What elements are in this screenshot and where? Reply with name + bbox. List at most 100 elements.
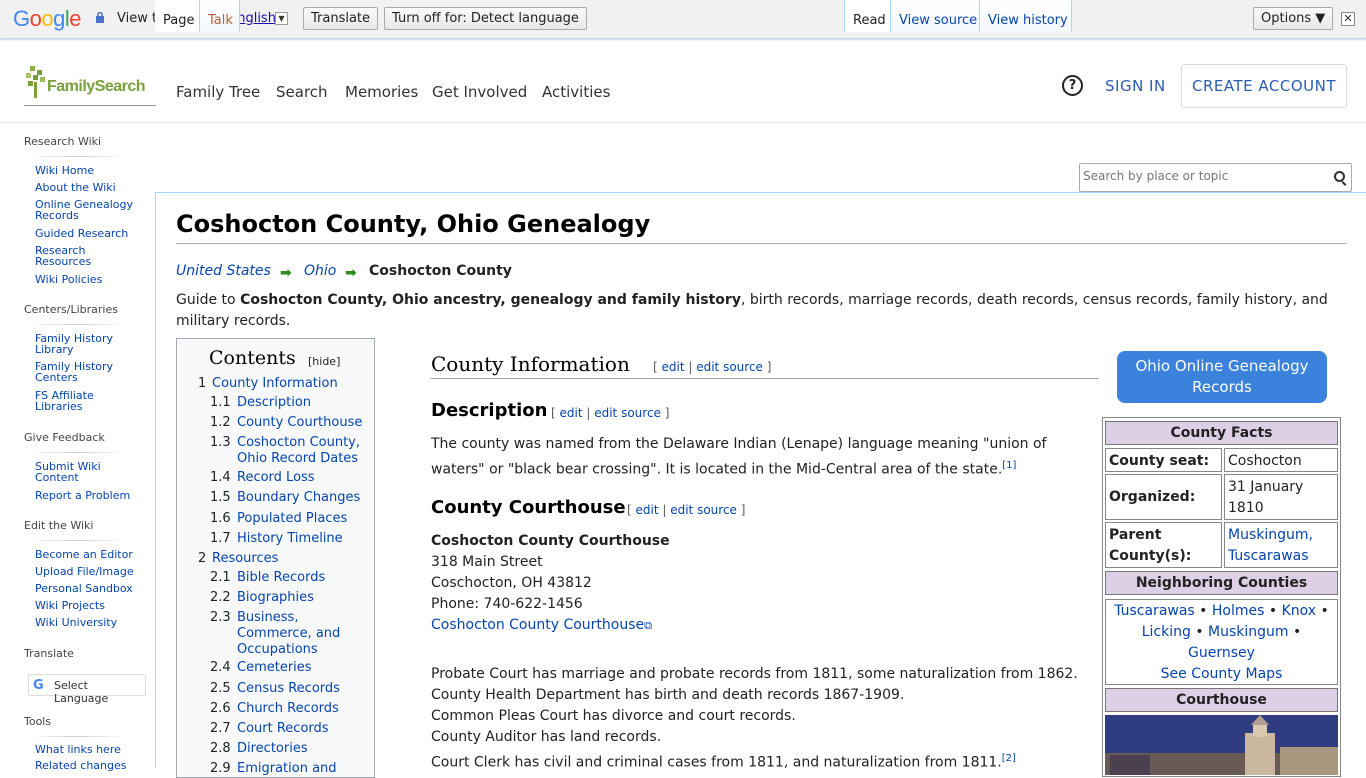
neighbor-link[interactable]: Licking [1142,624,1191,640]
courthouse-heading: Courthouse [1105,688,1338,712]
sidebar-item-wiki-home[interactable]: Wiki Home [35,165,145,176]
sidebar-item-become-editor[interactable]: Become an Editor [35,549,145,560]
familysearch-logo[interactable]: FamilySearch [24,64,156,106]
bullet: • [1195,624,1204,640]
toc-label[interactable]: History Timeline [237,531,367,547]
sidebar-item-submit[interactable]: Submit Wiki Content [35,461,115,483]
nav-memories[interactable]: Memories [345,83,418,101]
edit-link[interactable]: edit [636,503,659,517]
sidebar-heading-edit: Edit the Wiki [24,519,94,532]
breadcrumb-ohio[interactable]: Ohio [304,263,336,279]
sidebar-item-about[interactable]: About the Wiki [35,182,145,193]
nav-get-involved[interactable]: Get Involved [432,83,527,101]
nav-family-tree[interactable]: Family Tree [176,83,260,101]
toc-label[interactable]: Description [237,395,367,411]
edit-bracket: [ [551,406,560,420]
sidebar-item-report[interactable]: Report a Problem [35,490,145,501]
sidebar-item-research-resources[interactable]: Research Resources [35,245,105,267]
tab-read[interactable]: Read [844,0,890,32]
site-header: FamilySearch Family Tree Search Memories… [0,40,1366,123]
neighboring-counties: Tuscarawas • Holmes • Knox • Licking • M… [1105,599,1338,685]
online-records-button[interactable]: Ohio Online Genealogy Records [1117,351,1327,403]
county-maps-link[interactable]: See County Maps [1161,666,1283,682]
courthouse-city: Coschocton, OH 43812 [431,575,592,591]
edit-links: [ edit | edit source ] [653,360,771,374]
toc-label[interactable]: County Information [212,376,367,392]
help-icon[interactable]: ? [1062,75,1083,96]
sidebar-item-fhl[interactable]: Family History Library [35,333,120,355]
sidebar-item-wiki-policies[interactable]: Wiki Policies [35,274,145,285]
reference-2[interactable]: [2] [1002,753,1016,764]
create-account-button[interactable]: CREATE ACCOUNT [1181,64,1347,108]
toc-label[interactable]: Biographies [237,590,367,606]
toc-label[interactable]: Bible Records [237,570,367,586]
neighbor-link[interactable]: Tuscarawas [1114,603,1195,619]
county-facts-box: County Facts County seat: Coshocton Orga… [1102,417,1341,777]
tab-read-label: Read [853,13,886,28]
breadcrumb-current: Coshocton County [369,263,512,279]
neighbor-link[interactable]: Holmes [1212,603,1265,619]
toc-label[interactable]: Boundary Changes [237,490,367,506]
toc-label[interactable]: Census Records [237,681,367,697]
neighbor-link[interactable]: Muskingum [1208,624,1289,640]
sidebar-item-affiliate[interactable]: FS Affiliate Libraries [35,390,110,412]
parent-value[interactable]: Muskingum, Tuscarawas [1224,522,1338,568]
google-logo: Google [13,6,82,31]
bullet: • [1293,624,1302,640]
tab-talk[interactable]: Talk [200,0,240,32]
toc-label[interactable]: Cemeteries [237,660,367,676]
breadcrumb-arrow-icon: ➡ [345,265,357,281]
courthouse-street: 318 Main Street [431,554,543,570]
edit-source-link[interactable]: edit source [594,406,661,420]
sidebar-item-online-records[interactable]: Online Genealogy Records [35,199,135,221]
sidebar-item-upload[interactable]: Upload File/Image [35,566,145,577]
search-input[interactable]: Search by place or topic [1079,163,1352,192]
sign-in-link[interactable]: SIGN IN [1105,77,1166,95]
neighbor-link[interactable]: Guernsey [1188,645,1255,661]
breadcrumb-united-states[interactable]: United States [176,263,271,279]
sidebar-item-related-changes[interactable]: Related changes [35,760,145,771]
edit-link[interactable]: edit [560,406,583,420]
reference-1[interactable]: [1] [1002,460,1016,471]
toc-label[interactable]: Coshocton County, Ohio Record Dates [237,435,367,467]
translate-button[interactable]: Translate [303,7,379,30]
edit-source-link[interactable]: edit source [670,503,737,517]
neighbor-link[interactable]: Knox [1282,603,1316,619]
toc-label[interactable]: Church Records [237,701,367,717]
nav-search[interactable]: Search [276,83,328,101]
toc-label[interactable]: Directories [237,741,367,757]
sidebar-item-projects[interactable]: Wiki Projects [35,600,145,611]
toc-hide-link[interactable]: [hide] [308,355,340,368]
nav-activities[interactable]: Activities [542,83,610,101]
options-button[interactable]: Options ▼ [1253,7,1334,30]
toc-label[interactable]: Court Records [237,721,367,737]
tab-page[interactable]: Page [155,0,200,32]
record-line: Common Pleas Court has divorce and court… [431,708,796,724]
toc-label[interactable]: County Courthouse [237,415,367,431]
language-dropdown-icon[interactable]: ▼ [275,12,288,25]
guide-paragraph: Guide to Coshocton County, Ohio ancestry… [176,290,1346,332]
edit-link[interactable]: edit [662,360,685,374]
sidebar-item-guided-research[interactable]: Guided Research [35,228,145,239]
tab-view-source[interactable]: View source [890,0,979,32]
sidebar-item-fhc[interactable]: Family History Centers [35,361,120,383]
tab-view-history[interactable]: View history [979,0,1072,32]
close-icon[interactable]: ✕ [1341,12,1355,26]
courthouse-link[interactable]: Coshocton County Courthouse [431,617,644,633]
toc-label[interactable]: Record Loss [237,470,367,486]
toc-label[interactable]: Resources [212,551,367,567]
description-text: The county was named from the Delaware I… [431,434,1071,481]
search-icon[interactable] [1334,171,1345,182]
sidebar-item-sandbox[interactable]: Personal Sandbox [35,583,145,594]
tree-icon [26,66,45,98]
turn-off-button[interactable]: Turn off for: Detect language [384,7,587,30]
sidebar-item-what-links[interactable]: What links here [35,744,145,755]
select-language-widget[interactable]: G Select Language [28,674,146,705]
toc-label[interactable]: Emigration and [237,761,367,777]
sidebar-item-university[interactable]: Wiki University [35,617,145,628]
edit-source-link[interactable]: edit source [696,360,763,374]
toc-label[interactable]: Populated Places [237,511,367,527]
edit-separator: | [684,360,697,374]
toc-label[interactable]: Business, Commerce, and Occupations [237,610,367,658]
edit-bracket: [ [653,360,662,374]
